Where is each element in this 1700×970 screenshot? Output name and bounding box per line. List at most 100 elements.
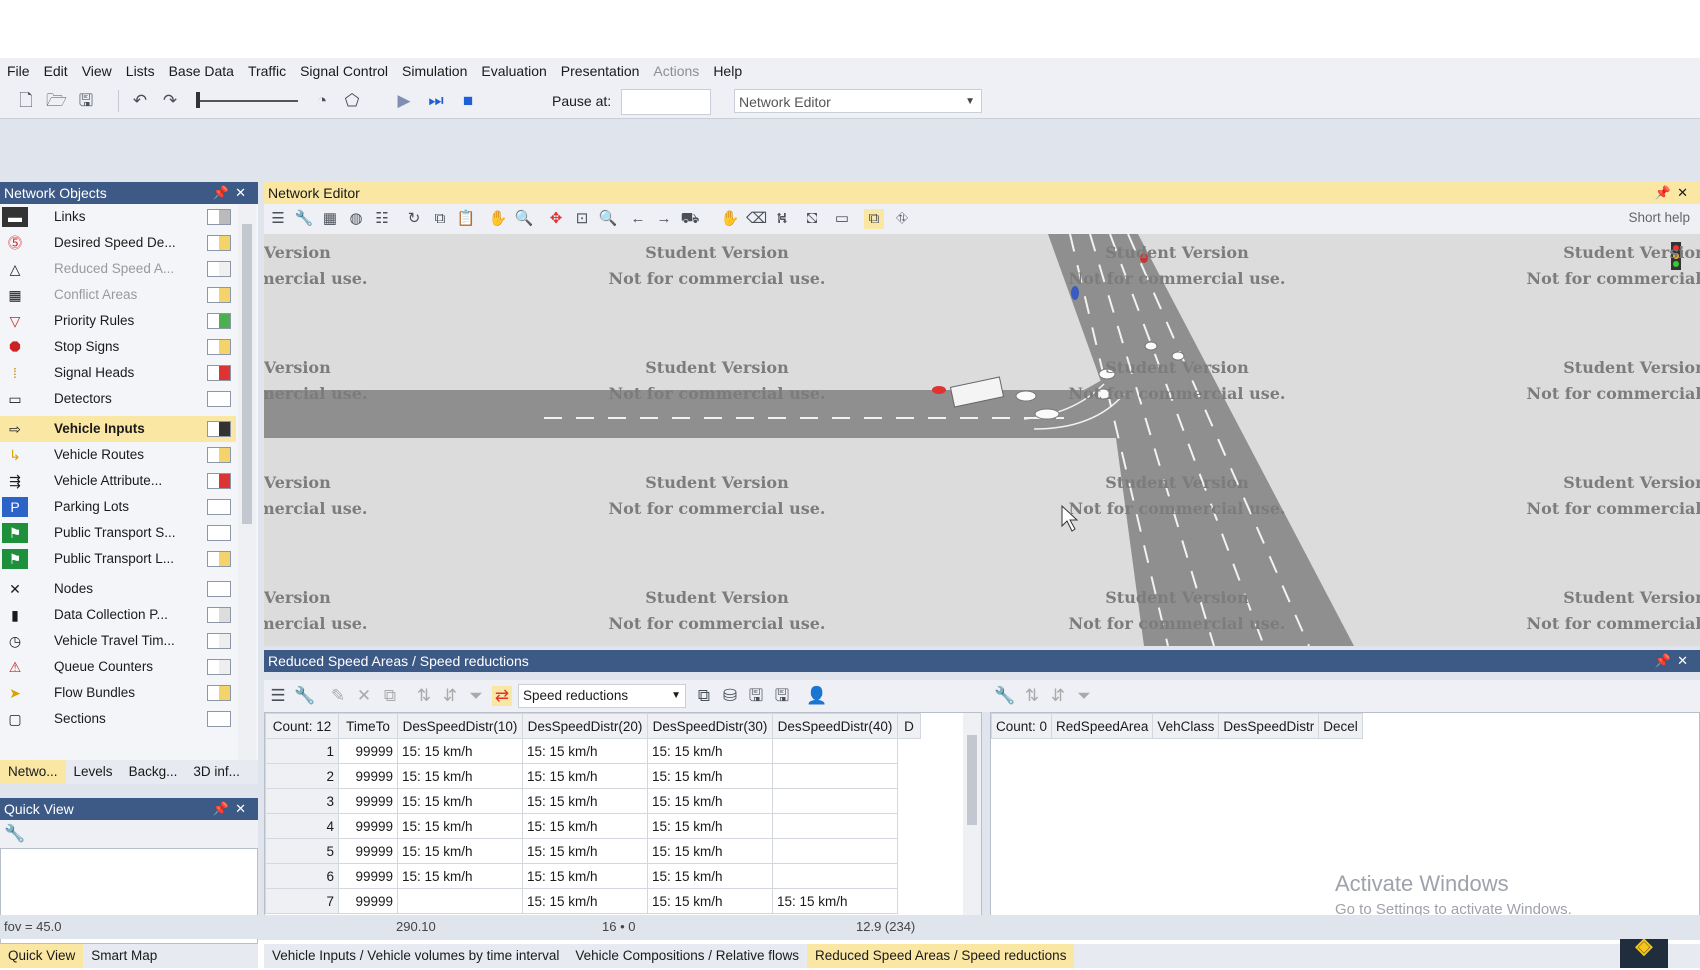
- pin-close-icon[interactable]: 📌✕: [1655, 650, 1694, 672]
- menu-signal-control[interactable]: Signal Control: [293, 63, 395, 79]
- table-cell[interactable]: 15: 15 km/h: [397, 788, 523, 814]
- network-object-links[interactable]: ▬ Links: [0, 204, 236, 230]
- table-row[interactable]: 6 99999 15: 15 km/h 15: 15 km/h 15: 15 km/h: [265, 863, 921, 889]
- table-cell[interactable]: 99999: [338, 813, 398, 839]
- table-cell[interactable]: [397, 888, 523, 914]
- camera-path-icon[interactable]: ⛟: [680, 209, 700, 229]
- network-canvas[interactable]: Student VersionNot for commercial use.St…: [264, 234, 1700, 646]
- relation-select[interactable]: Speed reductions ▼: [518, 684, 686, 708]
- list-icon[interactable]: ☷: [372, 209, 392, 229]
- zoom-search-icon[interactable]: 🔍: [514, 209, 534, 229]
- menu-base-data[interactable]: Base Data: [162, 63, 241, 79]
- save-icon[interactable]: 🖫: [76, 91, 96, 111]
- table-cell[interactable]: [772, 738, 898, 764]
- visibility-toggle[interactable]: [207, 551, 231, 567]
- save-icon[interactable]: 🖫: [746, 686, 766, 706]
- visibility-toggle[interactable]: [207, 525, 231, 541]
- network-object-stop-signs[interactable]: ⯃ Stop Signs: [0, 334, 236, 360]
- menu-view[interactable]: View: [75, 63, 119, 79]
- network-object-public-transport-s[interactable]: ⚑ Public Transport S...: [0, 520, 236, 546]
- back-arrow-icon[interactable]: ←: [628, 209, 648, 229]
- visibility-toggle[interactable]: [207, 633, 231, 649]
- table-cell[interactable]: 15: 15 km/h: [647, 738, 773, 764]
- table-cell[interactable]: 99999: [338, 888, 398, 914]
- column-header[interactable]: Decel: [1318, 713, 1363, 739]
- column-header[interactable]: DesSpeedDistr: [1218, 713, 1320, 739]
- network-object-desired-speed-de[interactable]: ⓹ Desired Speed De...: [0, 230, 236, 256]
- tab-backg[interactable]: Backg...: [121, 760, 186, 784]
- sync-icon[interactable]: ⇄: [492, 686, 512, 706]
- visibility-toggle[interactable]: [207, 421, 231, 437]
- visibility-toggle[interactable]: [207, 313, 231, 329]
- pin-close-icon[interactable]: 📌✕: [213, 182, 252, 204]
- wrench-icon[interactable]: 🔧: [294, 686, 315, 706]
- table-cell[interactable]: [772, 863, 898, 889]
- network-3d-icon[interactable]: ⛗: [892, 209, 912, 229]
- select-all-icon[interactable]: ✥: [546, 209, 566, 229]
- tab-vehicle-inputs-vehicle-volumes-by-time-interval[interactable]: Vehicle Inputs / Vehicle volumes by time…: [264, 944, 567, 968]
- rotate-icon[interactable]: ↻: [404, 209, 424, 229]
- tab-3d-inf[interactable]: 3D inf...: [185, 760, 248, 784]
- visibility-toggle[interactable]: [207, 499, 231, 515]
- copy-icon[interactable]: ⧉: [430, 209, 450, 229]
- database-icon[interactable]: ⛁: [720, 686, 740, 706]
- single-step-icon[interactable]: ⏭: [426, 91, 446, 111]
- simulation-speed-icon[interactable]: ◔: [312, 91, 332, 111]
- play-icon[interactable]: ▶: [394, 91, 414, 111]
- table-cell[interactable]: 15: 15 km/h: [647, 813, 773, 839]
- sort-descending-icon[interactable]: ⇵: [440, 686, 460, 706]
- stop-icon[interactable]: ■: [458, 91, 478, 111]
- slider-thumb[interactable]: [196, 92, 200, 108]
- network-object-detectors[interactable]: ▭ Detectors: [0, 386, 236, 412]
- visibility-toggle[interactable]: [207, 261, 231, 277]
- sort-ascending-icon[interactable]: ⇅: [414, 686, 434, 706]
- network-object-priority-rules[interactable]: ▽ Priority Rules: [0, 308, 236, 334]
- table-cell[interactable]: 15: 15 km/h: [522, 763, 648, 789]
- network-object-signal-heads[interactable]: ⁞ Signal Heads: [0, 360, 236, 386]
- globe-icon[interactable]: ◍: [346, 209, 366, 229]
- table-cell[interactable]: 15: 15 km/h: [647, 838, 773, 864]
- tab-netwo[interactable]: Netwo...: [0, 760, 66, 784]
- layout-icon[interactable]: ☰: [268, 209, 288, 229]
- table-cell[interactable]: 15: 15 km/h: [772, 888, 898, 914]
- visibility-toggle[interactable]: [207, 287, 231, 303]
- network-object-vehicle-inputs[interactable]: ⇨ Vehicle Inputs: [0, 416, 236, 442]
- scrollbar-thumb[interactable]: [242, 224, 252, 524]
- visibility-toggle[interactable]: [207, 339, 231, 355]
- column-header[interactable]: DesSpeedDistr(10): [397, 713, 523, 739]
- menu-edit[interactable]: Edit: [37, 63, 75, 79]
- table-row[interactable]: 7 99999 15: 15 km/h 15: 15 km/h 15: 15 km/h: [265, 888, 921, 914]
- scrollbar-thumb[interactable]: [967, 735, 977, 825]
- pin-close-icon[interactable]: 📌✕: [1655, 182, 1694, 204]
- column-header[interactable]: DesSpeedDistr(40): [772, 713, 898, 739]
- menu-actions[interactable]: Actions: [646, 63, 706, 79]
- grid-icon[interactable]: ▦: [320, 209, 340, 229]
- menu-evaluation[interactable]: Evaluation: [474, 63, 553, 79]
- eraser-icon[interactable]: ⌫: [746, 209, 767, 229]
- filter-icon[interactable]: ⏷: [466, 686, 486, 706]
- visibility-toggle[interactable]: [207, 581, 231, 597]
- visibility-toggle[interactable]: [207, 209, 231, 225]
- delete-icon[interactable]: ✕: [354, 686, 374, 706]
- column-header[interactable]: D: [897, 713, 921, 739]
- list-layout-icon[interactable]: ☰: [268, 686, 288, 706]
- table-cell[interactable]: 15: 15 km/h: [647, 763, 773, 789]
- table-cell[interactable]: 15: 15 km/h: [397, 863, 523, 889]
- menu-lists[interactable]: Lists: [119, 63, 162, 79]
- column-header[interactable]: RedSpeedArea: [1051, 713, 1154, 739]
- table-cell[interactable]: 15: 15 km/h: [397, 763, 523, 789]
- no-vehicle-icon[interactable]: ⛞: [802, 209, 822, 229]
- network-object-conflict-areas[interactable]: ▦ Conflict Areas: [0, 282, 236, 308]
- wrench-icon[interactable]: 🔧: [994, 686, 1015, 706]
- network-object-vehicle-travel-tim[interactable]: ◷ Vehicle Travel Tim...: [0, 628, 236, 654]
- user-attribute-icon[interactable]: 👤: [806, 686, 827, 706]
- sort-ascending-icon[interactable]: ⇅: [1022, 686, 1042, 706]
- pin-close-icon[interactable]: 📌✕: [213, 798, 252, 820]
- menu-presentation[interactable]: Presentation: [554, 63, 647, 79]
- table-cell[interactable]: 99999: [338, 788, 398, 814]
- table-cell[interactable]: 99999: [338, 738, 398, 764]
- table-cell[interactable]: 15: 15 km/h: [522, 788, 648, 814]
- network-object-parking-lots[interactable]: P Parking Lots: [0, 494, 236, 520]
- table-cell[interactable]: [772, 788, 898, 814]
- undo-icon[interactable]: ↶: [130, 91, 150, 111]
